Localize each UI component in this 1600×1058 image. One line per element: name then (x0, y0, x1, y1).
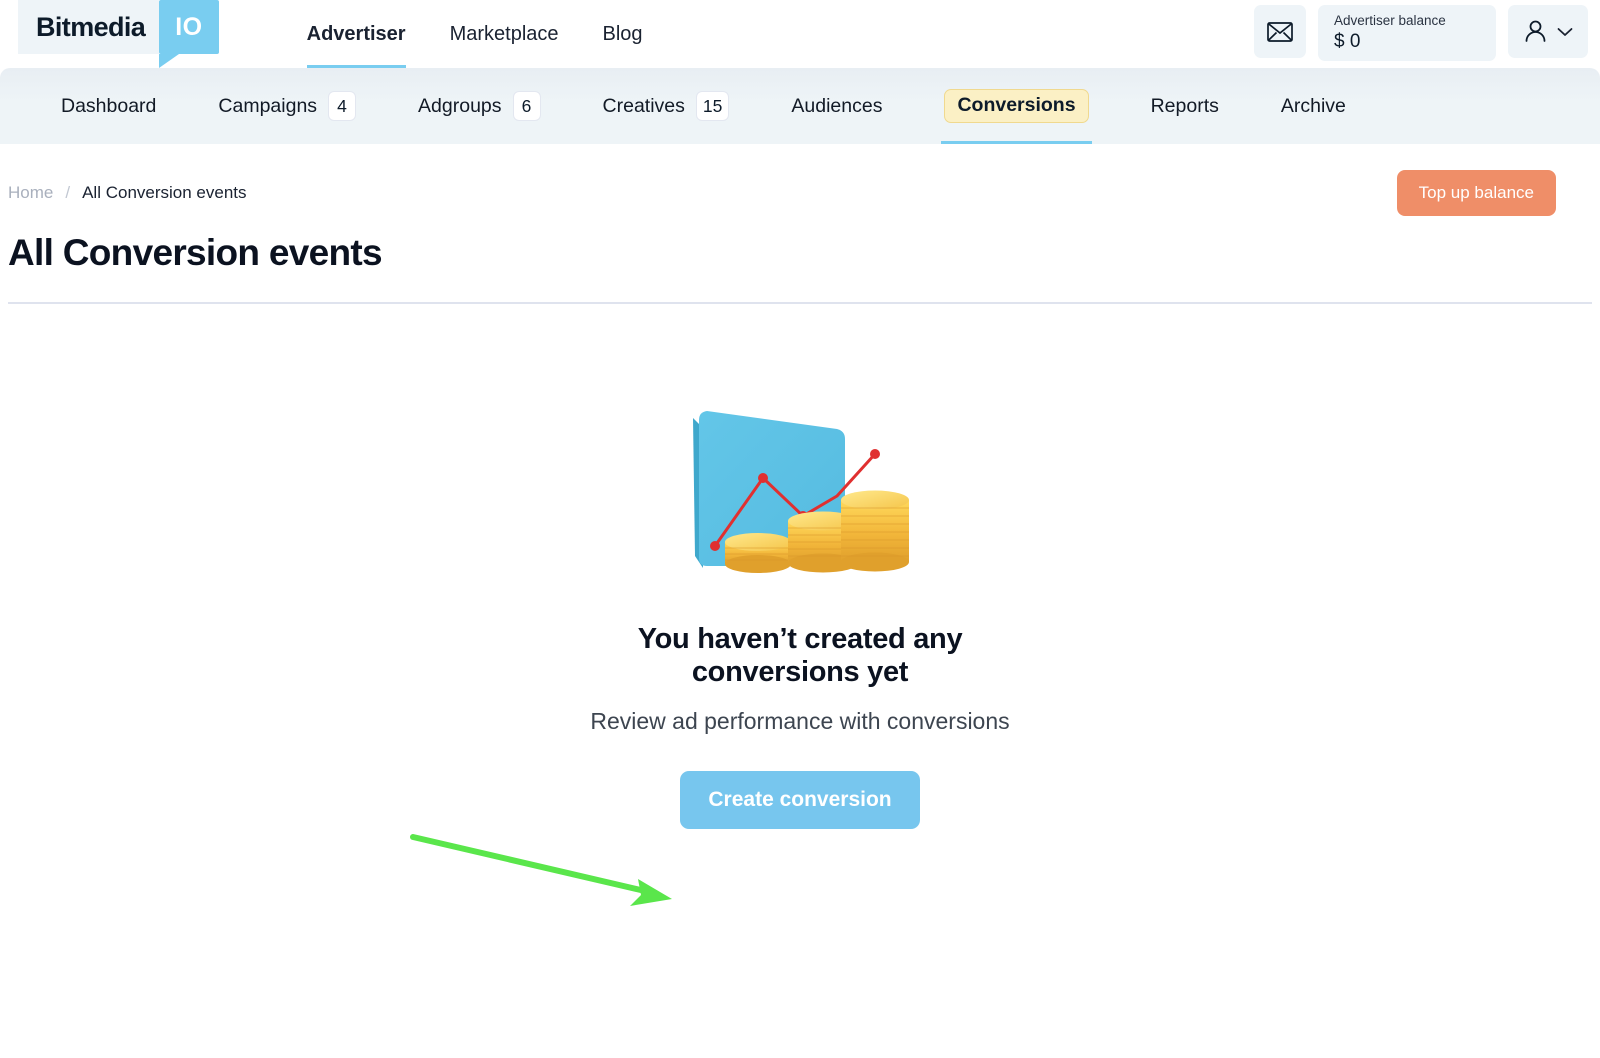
envelope-icon (1267, 22, 1293, 42)
green-pointer-arrow (413, 837, 672, 906)
subnav-item-audiences[interactable]: Audiences (760, 68, 913, 144)
balance-label: Advertiser balance (1334, 12, 1446, 30)
brand-logo[interactable]: Bitmedia IO (18, 0, 219, 68)
breadcrumb-home[interactable]: Home (8, 183, 53, 203)
nav-item-advertiser-label: Advertiser (307, 23, 406, 46)
subnav-item-dashboard[interactable]: Dashboard (30, 68, 187, 144)
subnav-item-creatives-label: Creatives (603, 95, 685, 118)
header-actions: Advertiser balance $ 0 (1254, 5, 1588, 61)
breadcrumb-current: All Conversion events (82, 183, 246, 203)
subnav-item-adgroups[interactable]: Adgroups 6 (387, 68, 571, 144)
empty-state-subtitle: Review ad performance with conversions (590, 708, 1009, 735)
subnav-item-conversions-label: Conversions (944, 89, 1088, 123)
nav-item-marketplace[interactable]: Marketplace (450, 0, 559, 68)
messages-button[interactable] (1254, 5, 1306, 58)
empty-state: You haven’t created any conversions yet … (0, 304, 1600, 829)
empty-state-title: You haven’t created any conversions yet (590, 623, 1010, 690)
logo-wordmark: Bitmedia (18, 0, 159, 54)
section-nav: Dashboard Campaigns 4 Adgroups 6 Creativ… (0, 68, 1600, 144)
chevron-down-icon (1557, 27, 1573, 37)
nav-item-blog[interactable]: Blog (603, 0, 643, 68)
advertiser-balance-card[interactable]: Advertiser balance $ 0 (1318, 5, 1496, 61)
subnav-item-conversions[interactable]: Conversions (913, 68, 1119, 144)
subnav-item-audiences-label: Audiences (791, 95, 882, 118)
subnav-item-archive[interactable]: Archive (1250, 68, 1377, 144)
subnav-badge-adgroups: 6 (513, 91, 541, 121)
top-header: Bitmedia IO Advertiser Marketplace Blog … (0, 0, 1600, 68)
account-menu-button[interactable] (1508, 5, 1588, 58)
subnav-item-reports[interactable]: Reports (1120, 68, 1250, 144)
subnav-item-creatives[interactable]: Creatives 15 (572, 68, 761, 144)
subnav-badge-campaigns: 4 (328, 91, 356, 121)
subnav-item-campaigns[interactable]: Campaigns 4 (187, 68, 387, 144)
coin-stack-small (725, 533, 791, 573)
breadcrumb-separator: / (65, 183, 70, 203)
subnav-item-campaigns-label: Campaigns (218, 95, 317, 118)
create-conversion-button[interactable]: Create conversion (680, 771, 919, 829)
user-icon (1523, 19, 1548, 44)
breadcrumb-row: Home / All Conversion events Top up bala… (0, 144, 1600, 216)
chart-with-coins-illustration (685, 396, 915, 581)
coin-stack-large (841, 491, 909, 572)
subnav-item-reports-label: Reports (1151, 95, 1219, 118)
primary-nav: Advertiser Marketplace Blog (307, 0, 643, 68)
breadcrumb: Home / All Conversion events (8, 183, 247, 203)
logo-io-bubble: IO (159, 0, 218, 54)
nav-item-advertiser[interactable]: Advertiser (307, 0, 406, 68)
subnav-item-archive-label: Archive (1281, 95, 1346, 118)
subnav-badge-creatives: 15 (696, 91, 729, 121)
nav-item-blog-label: Blog (603, 23, 643, 46)
top-up-balance-button[interactable]: Top up balance (1397, 170, 1556, 216)
page-title: All Conversion events (0, 216, 1600, 274)
subnav-item-dashboard-label: Dashboard (61, 95, 156, 118)
subnav-item-adgroups-label: Adgroups (418, 95, 501, 118)
balance-value: $ 0 (1334, 30, 1360, 54)
nav-item-marketplace-label: Marketplace (450, 23, 559, 46)
